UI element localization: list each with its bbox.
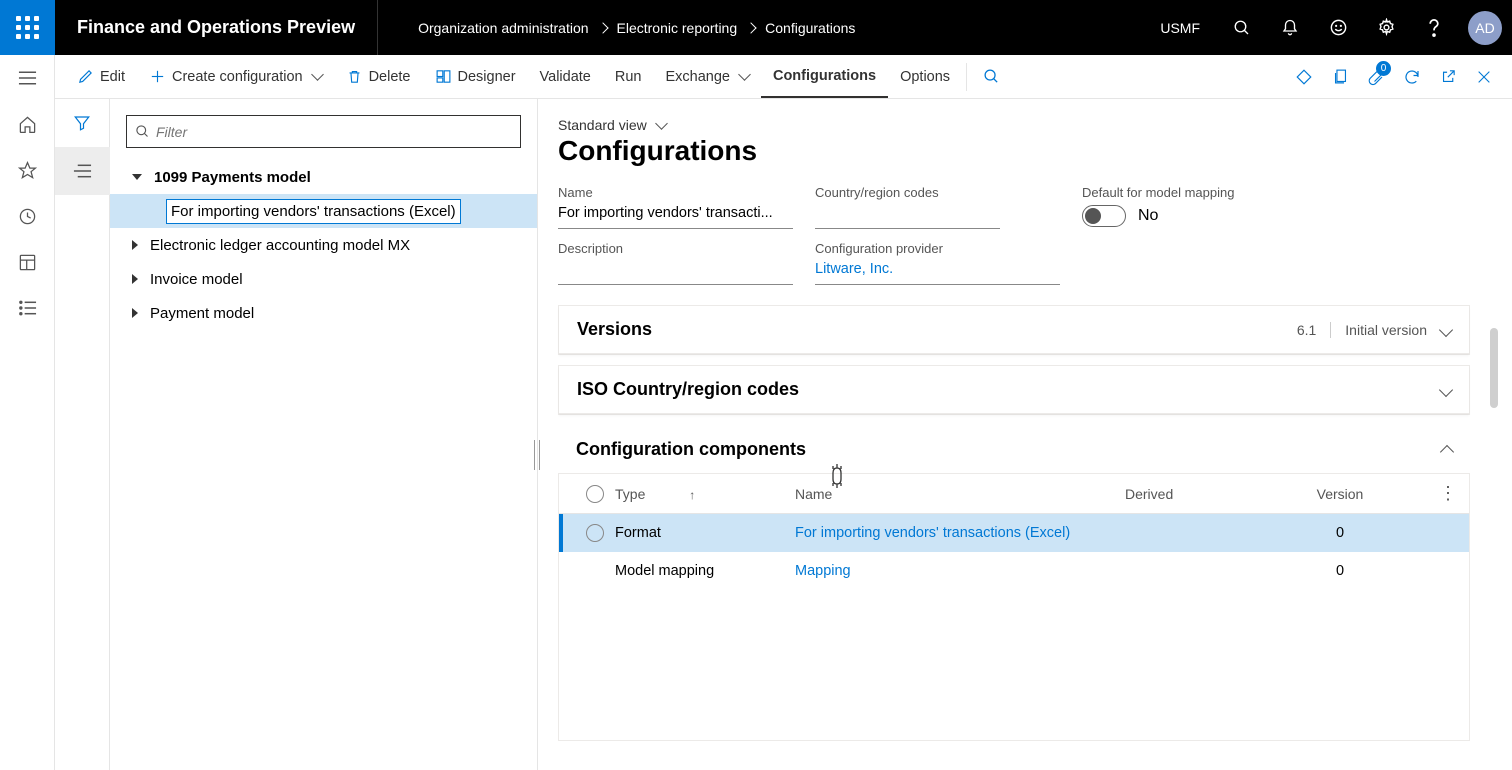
breadcrumb-item[interactable]: Organization administration (418, 20, 588, 36)
more-columns-icon[interactable]: ⋮ (1439, 483, 1457, 504)
filter-input[interactable] (156, 124, 512, 140)
default-toggle[interactable] (1082, 205, 1126, 227)
version-status: Initial version (1331, 322, 1441, 338)
chevron-right-icon (597, 22, 608, 33)
default-label: Default for model mapping (1082, 185, 1234, 200)
hamburger-icon[interactable] (0, 55, 55, 101)
home-icon[interactable] (0, 101, 55, 147)
copy-icon[interactable] (1322, 55, 1358, 99)
country-value[interactable] (815, 203, 1000, 229)
chevron-down-icon (655, 117, 668, 130)
smiley-icon[interactable] (1314, 0, 1362, 55)
column-derived[interactable]: Derived (1125, 486, 1295, 502)
cell-version: 0 (1295, 563, 1385, 579)
search-icon[interactable] (1218, 0, 1266, 55)
cell-type: Model mapping (615, 563, 795, 579)
view-selector[interactable]: Standard view (558, 117, 1500, 133)
breadcrumb-item[interactable]: Electronic reporting (617, 20, 738, 36)
cell-name[interactable]: Mapping (795, 563, 1125, 579)
scrollbar[interactable] (1490, 328, 1498, 408)
waffle-icon[interactable] (0, 0, 55, 55)
company-indicator[interactable]: USMF (1160, 20, 1218, 36)
notifications-icon[interactable] (1266, 0, 1314, 55)
column-name[interactable]: Name (795, 486, 1125, 502)
exchange-button[interactable]: Exchange (653, 55, 761, 98)
filter-input-container (126, 115, 521, 148)
modules-icon[interactable] (0, 285, 55, 331)
table-row[interactable]: Model mapping Mapping 0 (559, 552, 1469, 590)
provider-value[interactable]: Litware, Inc. (815, 259, 1060, 285)
row-select-radio[interactable] (586, 524, 604, 542)
workspace-icon[interactable] (0, 239, 55, 285)
edit-button[interactable]: Edit (65, 55, 137, 98)
toggle-value: No (1138, 207, 1158, 225)
run-button[interactable]: Run (603, 55, 654, 98)
favorites-icon[interactable] (0, 147, 55, 193)
create-configuration-button[interactable]: Create configuration (137, 55, 334, 98)
plus-icon (149, 68, 166, 85)
chevron-down-icon (1439, 322, 1453, 336)
avatar[interactable]: AD (1468, 11, 1502, 45)
caret-down-icon[interactable] (132, 174, 142, 180)
settings-icon[interactable] (1362, 0, 1410, 55)
tree-item[interactable]: Electronic ledger accounting model MX (110, 228, 537, 262)
tree-root[interactable]: 1099 Payments model (110, 160, 537, 194)
cell-type: Format (615, 525, 795, 541)
caret-right-icon[interactable] (132, 274, 138, 284)
country-label: Country/region codes (815, 185, 1000, 200)
help-icon[interactable] (1410, 0, 1458, 55)
caret-right-icon[interactable] (132, 308, 138, 318)
list-pane-icon[interactable] (55, 147, 110, 195)
tree-item[interactable]: Payment model (110, 296, 537, 330)
name-label: Name (558, 185, 793, 200)
name-value[interactable]: For importing vendors' transacti... (558, 203, 793, 229)
page-title: Configurations (558, 135, 1500, 167)
provider-label: Configuration provider (815, 241, 1060, 256)
chevron-up-icon (1440, 445, 1454, 459)
version-number: 6.1 (1297, 322, 1331, 338)
attach-icon[interactable]: 0 (1358, 55, 1394, 99)
delete-button[interactable]: Delete (334, 55, 423, 98)
recent-icon[interactable] (0, 193, 55, 239)
badge-count: 0 (1376, 61, 1391, 76)
designer-button[interactable]: Designer (423, 55, 528, 98)
column-type[interactable]: Type ↑ (615, 486, 795, 502)
validate-button[interactable]: Validate (528, 55, 603, 98)
chevron-right-icon (745, 22, 756, 33)
select-all-radio[interactable] (586, 485, 604, 503)
options-button[interactable]: Options (888, 55, 962, 98)
table-row[interactable]: Format For importing vendors' transactio… (559, 514, 1469, 552)
chevron-down-icon (311, 68, 324, 81)
diamond-icon[interactable] (1286, 55, 1322, 99)
sort-asc-icon: ↑ (689, 488, 695, 502)
column-version[interactable]: Version (1295, 486, 1385, 502)
app-title: Finance and Operations Preview (55, 0, 378, 55)
chevron-down-icon (1439, 382, 1453, 396)
configurations-tab[interactable]: Configurations (761, 55, 888, 98)
tree-item-selected[interactable]: For importing vendors' transactions (Exc… (110, 194, 537, 228)
iso-section-header[interactable]: ISO Country/region codes (559, 366, 1469, 414)
breadcrumb-item[interactable]: Configurations (765, 20, 855, 36)
desc-value[interactable] (558, 259, 793, 285)
close-icon[interactable] (1466, 55, 1502, 99)
popout-icon[interactable] (1430, 55, 1466, 99)
desc-label: Description (558, 241, 793, 256)
refresh-icon[interactable] (1394, 55, 1430, 99)
trash-icon (346, 68, 363, 85)
chevron-down-icon (738, 68, 751, 81)
toolbar-search-icon[interactable] (971, 55, 1012, 98)
filter-pane-icon[interactable] (55, 99, 110, 147)
cell-version: 0 (1295, 525, 1385, 541)
cell-name[interactable]: For importing vendors' transactions (Exc… (795, 525, 1125, 541)
components-section-header[interactable]: Configuration components (558, 425, 1470, 473)
caret-right-icon[interactable] (132, 240, 138, 250)
pencil-icon (77, 68, 94, 85)
versions-section-header[interactable]: Versions 6.1 Initial version (559, 306, 1469, 354)
designer-icon (435, 68, 452, 85)
table-header: Type ↑ Name Derived Version ⋮ (559, 474, 1469, 514)
breadcrumb: Organization administration Electronic r… (378, 20, 855, 36)
tree-item[interactable]: Invoice model (110, 262, 537, 296)
